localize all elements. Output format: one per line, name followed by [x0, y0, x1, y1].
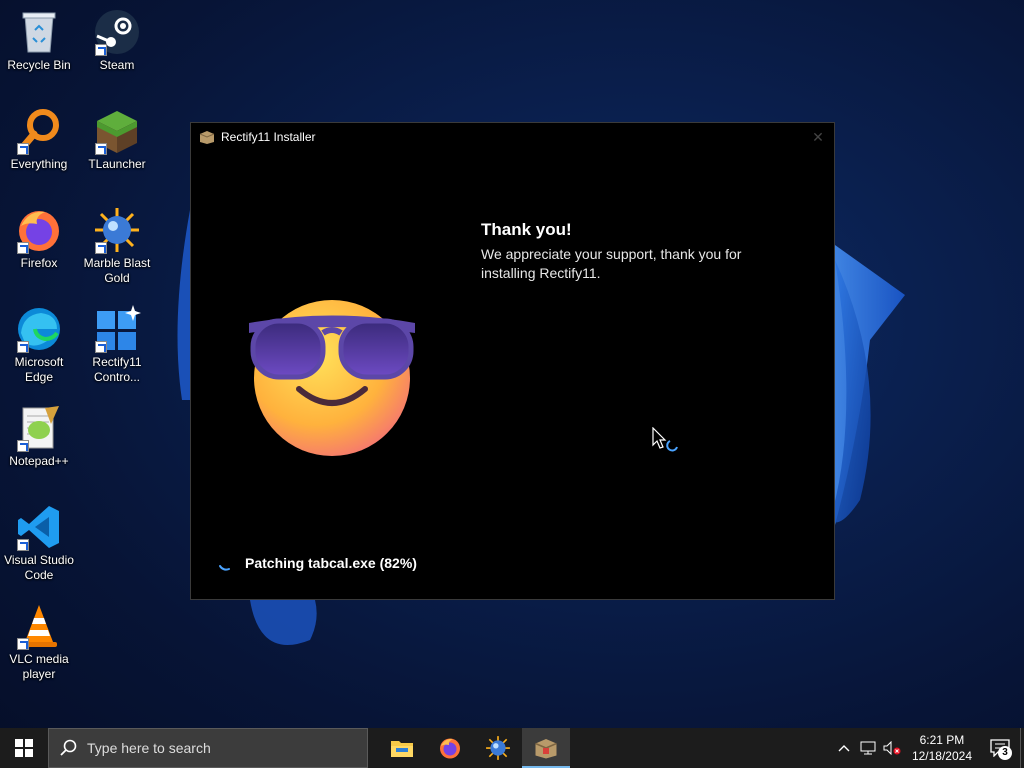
everything-search-icon	[15, 107, 63, 155]
desktop-icon-notepad-plus-plus[interactable]: Notepad++	[0, 404, 78, 469]
taskbar-rectify11-installer[interactable]	[522, 728, 570, 768]
desktop-icon-label: VLC media player	[9, 652, 69, 681]
patch-status-text: Patching tabcal.exe (82%)	[245, 555, 417, 571]
desktop-icon-vscode[interactable]: Visual Studio Code	[0, 503, 78, 583]
desktop-icon-label: Rectify11 Contro...	[92, 355, 142, 384]
system-tray: 6:21 PM 12/18/2024 3	[832, 728, 1024, 768]
tlauncher-grass-block-icon	[93, 107, 141, 155]
clock-time: 6:21 PM	[919, 733, 965, 747]
show-hidden-icons-button[interactable]	[832, 728, 856, 768]
shortcut-arrow-icon	[95, 242, 107, 254]
desktop-icon-label: Steam	[99, 58, 135, 72]
desktop-icon-label: Notepad++	[9, 454, 69, 468]
desktop-icon-steam[interactable]: Steam	[78, 8, 156, 73]
smiling-face-with-sunglasses-icon	[249, 300, 415, 456]
shortcut-arrow-icon	[95, 143, 107, 155]
installer-box-icon	[199, 131, 215, 144]
shortcut-arrow-icon	[17, 440, 29, 452]
shortcut-arrow-icon	[95, 44, 107, 56]
shortcut-arrow-icon	[17, 638, 29, 650]
desktop-icon-label: Visual Studio Code	[4, 553, 74, 582]
taskbar-marble-blast[interactable]	[474, 728, 522, 768]
notepad-plus-plus-icon	[15, 404, 63, 452]
marble-blast-icon	[93, 206, 141, 254]
taskbar-clock[interactable]: 6:21 PM 12/18/2024	[904, 732, 980, 764]
marble-blast-icon	[486, 736, 510, 760]
desktop-icon-firefox[interactable]: Firefox	[0, 206, 78, 271]
shortcut-arrow-icon	[17, 143, 29, 155]
search-placeholder: Type here to search	[87, 740, 211, 756]
windows-logo-icon	[15, 739, 33, 757]
close-button[interactable]: ✕	[802, 123, 834, 151]
start-button[interactable]	[0, 728, 48, 768]
taskbar-search-box[interactable]: Type here to search	[48, 728, 368, 768]
thank-you-message: We appreciate your support, thank you fo…	[481, 246, 742, 281]
vscode-icon	[15, 503, 63, 551]
installer-titlebar[interactable]: Rectify11 Installer ✕	[191, 123, 834, 151]
speaker-muted-icon	[883, 741, 901, 755]
installer-window[interactable]: Rectify11 Installer ✕ Thank you! We appr…	[190, 122, 835, 600]
chevron-up-icon	[838, 745, 850, 752]
firefox-icon	[15, 206, 63, 254]
taskbar-firefox[interactable]	[426, 728, 474, 768]
desktop-icon-tlauncher[interactable]: TLauncher	[78, 107, 156, 172]
shortcut-arrow-icon	[17, 341, 29, 353]
desktop-icon-marble-blast[interactable]: Marble Blast Gold	[78, 206, 156, 286]
action-center-button[interactable]: 3	[980, 728, 1020, 768]
volume-button[interactable]	[880, 728, 904, 768]
patch-status: Patching tabcal.exe (82%)	[217, 554, 417, 572]
close-icon: ✕	[812, 128, 824, 145]
spinner-icon	[219, 565, 230, 571]
firefox-icon	[440, 738, 460, 759]
rectify11-control-panel-icon	[93, 305, 141, 353]
thank-you-heading: Thank you!	[481, 220, 572, 239]
edge-icon	[15, 305, 63, 353]
file-explorer-icon	[391, 741, 413, 757]
rectify11-installer-icon	[535, 739, 557, 759]
steam-icon	[93, 8, 141, 56]
desktop-icon-label: Microsoft Edge	[14, 355, 64, 384]
shortcut-arrow-icon	[17, 539, 29, 551]
vlc-icon	[15, 602, 63, 650]
desktop-icon-label: Everything	[10, 157, 68, 171]
shortcut-arrow-icon	[95, 341, 107, 353]
desktop-icon-everything[interactable]: Everything	[0, 107, 78, 172]
desktop-icon-recycle-bin[interactable]: Recycle Bin	[0, 8, 78, 73]
desktop-icon-vlc[interactable]: VLC media player	[0, 602, 78, 682]
busy-cursor-icon	[652, 427, 678, 452]
desktop-icon-label: Marble Blast Gold	[83, 256, 151, 285]
desktop-icon-label: Firefox	[20, 256, 58, 270]
network-icon	[860, 741, 876, 755]
shortcut-arrow-icon	[17, 242, 29, 254]
notification-count-badge: 3	[998, 746, 1012, 760]
taskbar-file-explorer[interactable]	[378, 728, 426, 768]
desktop-icon-edge[interactable]: Microsoft Edge	[0, 305, 78, 385]
clock-date: 12/18/2024	[911, 749, 972, 763]
recycle-bin-icon	[15, 8, 63, 56]
desktop-icon-rectify11-control[interactable]: Rectify11 Contro...	[78, 305, 156, 385]
desktop-icon-label: TLauncher	[88, 157, 146, 171]
search-icon	[60, 739, 77, 756]
installer-title: Rectify11 Installer	[221, 130, 316, 144]
desktop-icon-label: Recycle Bin	[7, 58, 71, 72]
network-button[interactable]	[856, 728, 880, 768]
taskbar: Type here to search 6:21 PM 12/18/2024 3	[0, 728, 1024, 768]
